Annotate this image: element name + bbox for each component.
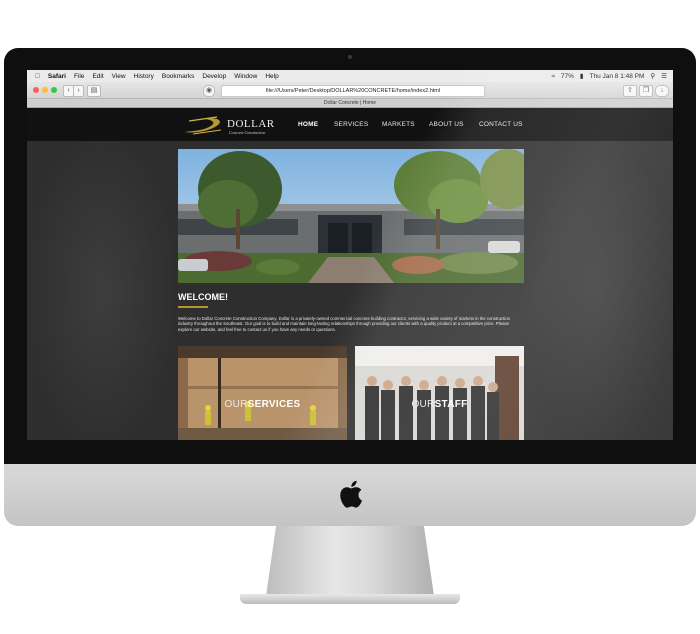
apple-menu-icon[interactable]:  — [35, 73, 40, 80]
our-services-label[interactable]: OURSERVICES — [178, 399, 347, 410]
screen:  Safari File Edit View History Bookmark… — [27, 70, 673, 440]
construction-site-image — [178, 346, 347, 440]
logo-tagline: Concrete Construction — [229, 130, 266, 135]
staff-group-photo — [355, 346, 524, 440]
tabs-overview-icon[interactable]: ❐ — [639, 85, 653, 97]
menu-safari[interactable]: Safari — [48, 73, 66, 80]
nav-services[interactable]: SERVICES — [334, 121, 368, 128]
battery-percent[interactable]: 77% — [561, 73, 574, 80]
menu-window[interactable]: Window — [234, 73, 257, 80]
sidebar-toggle-icon[interactable]: ▤ — [87, 85, 101, 97]
safari-toolbar: ‹ › ▤ ◉ file:///Users/Peter/Desktop/DOLL… — [27, 82, 673, 99]
tab-title[interactable]: Dollar Concrete | Home — [27, 99, 673, 108]
privacy-icon[interactable]: ◉ — [203, 85, 215, 97]
menu-bookmarks[interactable]: Bookmarks — [162, 73, 195, 80]
close-window-button[interactable] — [33, 87, 39, 93]
clock[interactable]: Thu Jan 8 1:48 PM — [589, 73, 644, 80]
share-icon[interactable]: ⇧ — [623, 85, 637, 97]
our-staff-label-main: STAFF — [434, 399, 468, 410]
apple-logo-icon — [340, 480, 362, 508]
logo-wordmark[interactable]: DOLLAR — [227, 118, 275, 130]
our-services-label-prefix: OUR — [224, 399, 248, 410]
nav-contact-us[interactable]: CONTACT US — [479, 121, 523, 128]
our-staff-label-prefix: OUR — [411, 399, 435, 410]
site-header: DOLLAR Concrete Construction HOME SERVIC… — [27, 108, 673, 141]
menu-file[interactable]: File — [74, 73, 84, 80]
wifi-icon[interactable]: ≈ — [551, 73, 555, 80]
menu-help[interactable]: Help — [265, 73, 278, 80]
zoom-window-button[interactable] — [51, 87, 57, 93]
spotlight-search-icon[interactable]: ⚲ — [650, 72, 655, 80]
nav-home[interactable]: HOME — [298, 121, 318, 128]
menu-view[interactable]: View — [112, 73, 126, 80]
notification-center-icon[interactable]: ☰ — [661, 72, 667, 80]
forward-button[interactable]: › — [73, 85, 84, 97]
downloads-icon[interactable]: ↓ — [655, 85, 669, 97]
camera — [348, 55, 352, 59]
nav-about-us[interactable]: ABOUT US — [429, 121, 464, 128]
imac-stand — [266, 526, 434, 596]
background-blur-left — [27, 141, 175, 440]
background-blur-right — [525, 141, 673, 440]
menu-history[interactable]: History — [134, 73, 154, 80]
menu-edit[interactable]: Edit — [92, 73, 103, 80]
welcome-heading: WELCOME! — [178, 292, 228, 302]
hero-office-building-image — [178, 149, 524, 283]
our-staff-tile[interactable]: OURSTAFF — [355, 346, 524, 440]
our-services-label-main: SERVICES — [247, 399, 301, 410]
welcome-paragraph: Welcome to Dollar Concrete Construction … — [178, 316, 511, 332]
our-services-tile[interactable]: OURSERVICES — [178, 346, 347, 440]
our-staff-label[interactable]: OURSTAFF — [355, 399, 524, 410]
battery-icon[interactable]: ▮ — [580, 72, 584, 80]
menu-extras: ≈ 77% ▮ Thu Jan 8 1:48 PM ⚲ ☰ — [551, 70, 667, 82]
welcome-divider — [178, 306, 208, 308]
nav-markets[interactable]: MARKETS — [382, 121, 415, 128]
menu-develop[interactable]: Develop — [202, 73, 226, 80]
minimize-window-button[interactable] — [42, 87, 48, 93]
address-bar[interactable]: file:///Users/Peter/Desktop/DOLLAR%20CON… — [221, 85, 485, 97]
macos-menu-bar:  Safari File Edit View History Bookmark… — [27, 70, 673, 82]
imac-stand-base — [240, 594, 460, 604]
